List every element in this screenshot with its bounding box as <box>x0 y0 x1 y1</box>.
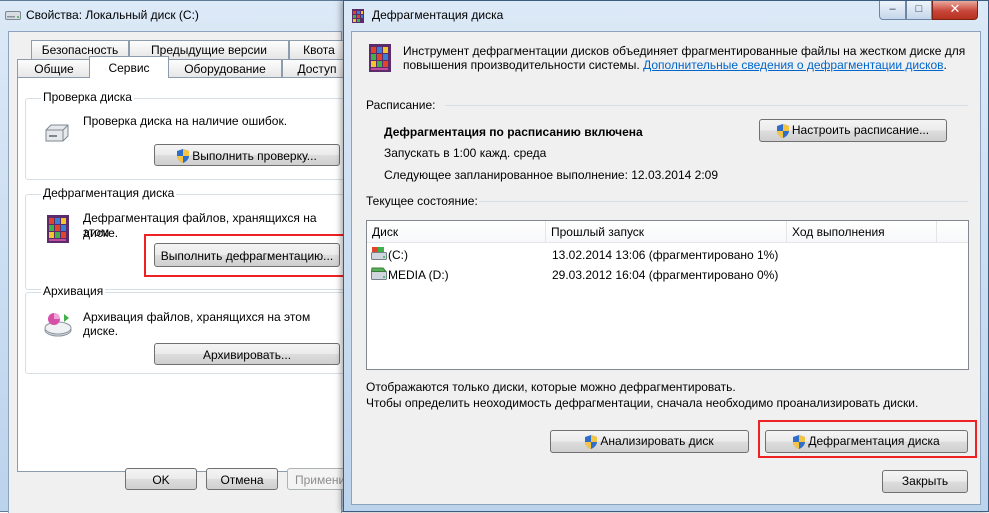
defrag-titlebar[interactable]: Дефрагментация диска – □ ✕ <box>344 1 988 31</box>
column-last-run[interactable]: Прошлый запуск <box>546 221 787 243</box>
last-run: 29.03.2012 16:04 (фрагментировано 0%) <box>552 268 779 282</box>
tab-general[interactable]: Общие <box>17 59 91 78</box>
backup-desc: Архивация файлов, хранящихся на этом дис… <box>83 310 311 338</box>
properties-window: Свойства: Локальный диск (C:) Безопаснос… <box>0 0 352 513</box>
uac-shield-icon <box>177 148 190 163</box>
defrag-window: Дефрагментация диска – □ ✕ Инструмент де… <box>343 0 989 512</box>
properties-title: Свойства: Локальный диск (C:) <box>26 8 199 22</box>
current-status-title: Текущее состояние: <box>366 194 478 208</box>
defrag-client: Инструмент дефрагментации дисков объедин… <box>351 31 981 505</box>
close-window-button[interactable]: ✕ <box>932 1 978 20</box>
column-progress[interactable]: Ход выполнения <box>787 221 937 243</box>
uac-shield-icon <box>776 123 789 138</box>
intro-end: . <box>943 58 947 72</box>
analyze-disk-button[interactable]: Анализировать диск <box>550 430 749 453</box>
cancel-button[interactable]: Отмена <box>206 468 278 490</box>
backup-icon <box>44 313 72 337</box>
close-button[interactable]: Закрыть <box>882 470 968 493</box>
drive-icon <box>371 267 387 280</box>
schedule-next-run: Следующее запланированное выполнение: 12… <box>384 168 719 182</box>
table-row[interactable]: (C:) 13.02.2014 13:06 (фрагментировано 1… <box>367 245 967 265</box>
disk-name: (C:) <box>388 248 408 262</box>
intro-line2-wrap: повышения производительности системы. До… <box>403 58 947 72</box>
intro-line1: Инструмент дефрагментации дисков объедин… <box>403 44 966 58</box>
schedule-run-at: Запускать в 1:00 кажд. среда <box>384 146 547 160</box>
tab-quota[interactable]: Квота <box>289 40 349 59</box>
tab-sharing[interactable]: Доступ <box>282 59 352 78</box>
schedule-status: Дефрагментация по расписанию включена <box>384 125 643 139</box>
note-line1: Отображаются только диски, которые можно… <box>366 380 736 394</box>
defrag-title: Дефрагментация диска <box>41 186 177 200</box>
last-run: 13.02.2014 13:06 (фрагментировано 1%) <box>552 248 779 262</box>
defrag-window-title: Дефрагментация диска <box>372 8 504 22</box>
properties-client: Безопасность Предыдущие версии Квота Общ… <box>8 31 352 513</box>
check-disk-group <box>25 98 348 180</box>
defrag-app-icon <box>352 9 364 23</box>
apply-button[interactable]: Примени <box>287 468 347 490</box>
defrag-icon <box>47 215 69 243</box>
archive-button[interactable]: Архивировать... <box>154 343 340 365</box>
disk-check-icon <box>45 124 69 142</box>
more-info-link[interactable]: Дополнительные сведения о дефрагментации… <box>643 58 943 72</box>
properties-titlebar[interactable]: Свойства: Локальный диск (C:) <box>0 1 349 31</box>
tab-service[interactable]: Сервис <box>89 56 169 78</box>
column-disk[interactable]: Диск <box>367 221 546 243</box>
ok-button[interactable]: OK <box>125 468 197 490</box>
note-line2: Чтобы определить неоходимость дефрагмент… <box>366 396 919 410</box>
defrag-desc-line2: диске. <box>83 226 119 240</box>
check-disk-title: Проверка диска <box>41 90 134 104</box>
tab-page: Проверка диска Проверка диска на наличие… <box>17 77 348 472</box>
configure-schedule-button[interactable]: Настроить расписание... <box>759 119 947 142</box>
disk-list[interactable]: Диск Прошлый запуск Ход выполнения (C:) … <box>366 220 969 370</box>
minimize-button[interactable]: – <box>879 1 906 20</box>
table-row[interactable]: MEDIA (D:) 29.03.2012 16:04 (фрагментиро… <box>367 265 967 285</box>
intro-line2: повышения производительности системы. <box>403 58 640 72</box>
system-drive-icon <box>371 247 387 260</box>
disk-name: MEDIA (D:) <box>388 268 449 282</box>
highlight-defragment-disk <box>758 420 977 458</box>
tab-hardware[interactable]: Оборудование <box>168 59 282 78</box>
schedule-divider <box>445 105 968 106</box>
current-status-divider <box>479 201 968 202</box>
check-disk-desc: Проверка диска на наличие ошибок. <box>83 114 288 128</box>
schedule-title: Расписание: <box>366 98 436 112</box>
run-check-button[interactable]: Выполнить проверку... <box>154 144 340 166</box>
drive-icon <box>5 11 21 20</box>
backup-title: Архивация <box>41 284 106 298</box>
uac-shield-icon <box>585 434 598 449</box>
column-filler <box>937 221 968 243</box>
defrag-large-icon <box>369 44 391 72</box>
maximize-button[interactable]: □ <box>906 1 932 20</box>
highlight-run-defrag <box>144 234 346 277</box>
